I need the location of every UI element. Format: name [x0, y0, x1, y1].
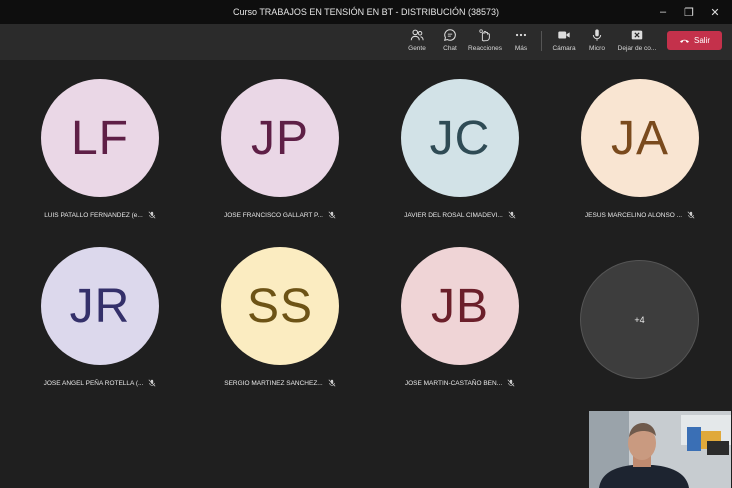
stop-sharing-label: Dejar de co... [617, 45, 657, 52]
mic-muted-icon [687, 211, 695, 219]
participant-tile[interactable]: JB JOSE MARTIN-CASTAÑO BEN... [380, 247, 540, 417]
participant-name: SERGIO MARTINEZ SANCHEZ... [224, 379, 323, 387]
chat-button[interactable]: Chat [430, 28, 470, 58]
hang-up-icon [680, 39, 689, 43]
reactions-button[interactable]: Reacciones [465, 28, 505, 58]
avatar: JP [221, 79, 339, 197]
avatar: SS [221, 247, 339, 365]
toolbar-divider [541, 31, 542, 51]
camera-icon [558, 31, 570, 39]
avatar: JR [41, 247, 159, 365]
participant-name: JOSE ANGEL PEÑA ROTELLA (... [43, 379, 144, 387]
participant-name-row: JOSE MARTIN-CASTAÑO BEN... [380, 379, 540, 387]
mic-muted-icon [148, 211, 156, 219]
minimize-icon[interactable]: – [650, 0, 676, 24]
mic-button[interactable]: Micro [577, 28, 617, 58]
leave-label: Salir [693, 36, 710, 45]
window-title: Curso TRABAJOS EN TENSIÓN EN BT - DISTRI… [232, 7, 500, 17]
close-icon[interactable]: ✕ [702, 0, 728, 24]
participant-name-row: JOSE ANGEL PEÑA ROTELLA (... [20, 379, 180, 387]
stop-sharing-button[interactable]: Dejar de co... [617, 28, 657, 58]
more-icon [515, 33, 527, 37]
participant-name-row: JESUS MARCELINO ALONSO ... [560, 211, 720, 219]
more-button[interactable]: Más [501, 28, 541, 58]
mic-muted-icon [507, 379, 515, 387]
more-label: Más [514, 45, 528, 52]
chat-icon [444, 29, 456, 41]
stop-share-icon [631, 30, 643, 40]
participant-tile[interactable]: JR JOSE ANGEL PEÑA ROTELLA (... [20, 247, 180, 417]
title-bar: Curso TRABAJOS EN TENSIÓN EN BT - DISTRI… [0, 0, 732, 24]
participant-name: JOSE MARTIN-CASTAÑO BEN... [404, 379, 503, 387]
self-video-feed [589, 411, 731, 488]
mic-muted-icon [148, 379, 156, 387]
leave-button[interactable]: Salir [667, 31, 722, 50]
mic-muted-icon [328, 379, 336, 387]
restore-icon[interactable]: ❐ [676, 0, 702, 24]
participant-name-row: JOSE FRANCISCO GALLART P... [200, 211, 360, 219]
people-icon [410, 29, 424, 41]
mic-muted-icon [508, 211, 516, 219]
mic-muted-icon [328, 211, 336, 219]
avatar: JB [401, 247, 519, 365]
participant-name: LUIS PATALLO FERNANDEZ (e... [44, 211, 143, 219]
participant-name-row: JAVIER DEL ROSAL CIMADEVI... [380, 211, 540, 219]
participant-name: JOSE FRANCISCO GALLART P... [224, 211, 323, 219]
camera-label: Cámara [552, 45, 576, 52]
window-controls: – ❐ ✕ [650, 0, 728, 24]
participant-tile[interactable]: LF LUIS PATALLO FERNANDEZ (e... [20, 79, 180, 249]
microphone-icon [592, 29, 602, 41]
participant-name-row: LUIS PATALLO FERNANDEZ (e... [20, 211, 180, 219]
participant-tile[interactable]: JC JAVIER DEL ROSAL CIMADEVI... [380, 79, 540, 249]
more-participants-button[interactable]: +4 [580, 260, 699, 379]
mic-label: Micro [589, 45, 605, 52]
avatar: JA [581, 79, 699, 197]
people-label: Gente [408, 45, 426, 52]
self-video[interactable] [589, 411, 731, 488]
participant-tile[interactable]: SS SERGIO MARTINEZ SANCHEZ... [200, 247, 360, 417]
hand-reaction-icon [479, 29, 490, 42]
avatar: JC [401, 79, 519, 197]
more-participants-count: +4 [634, 314, 645, 325]
chat-label: Chat [443, 45, 457, 52]
participant-name-row: SERGIO MARTINEZ SANCHEZ... [200, 379, 360, 387]
participant-name: JAVIER DEL ROSAL CIMADEVI... [404, 211, 503, 219]
reactions-label: Reacciones [468, 45, 502, 52]
avatar: LF [41, 79, 159, 197]
participant-tile[interactable]: JA JESUS MARCELINO ALONSO ... [560, 79, 720, 249]
participant-tile[interactable]: JP JOSE FRANCISCO GALLART P... [200, 79, 360, 249]
participant-name: JESUS MARCELINO ALONSO ... [584, 211, 683, 219]
